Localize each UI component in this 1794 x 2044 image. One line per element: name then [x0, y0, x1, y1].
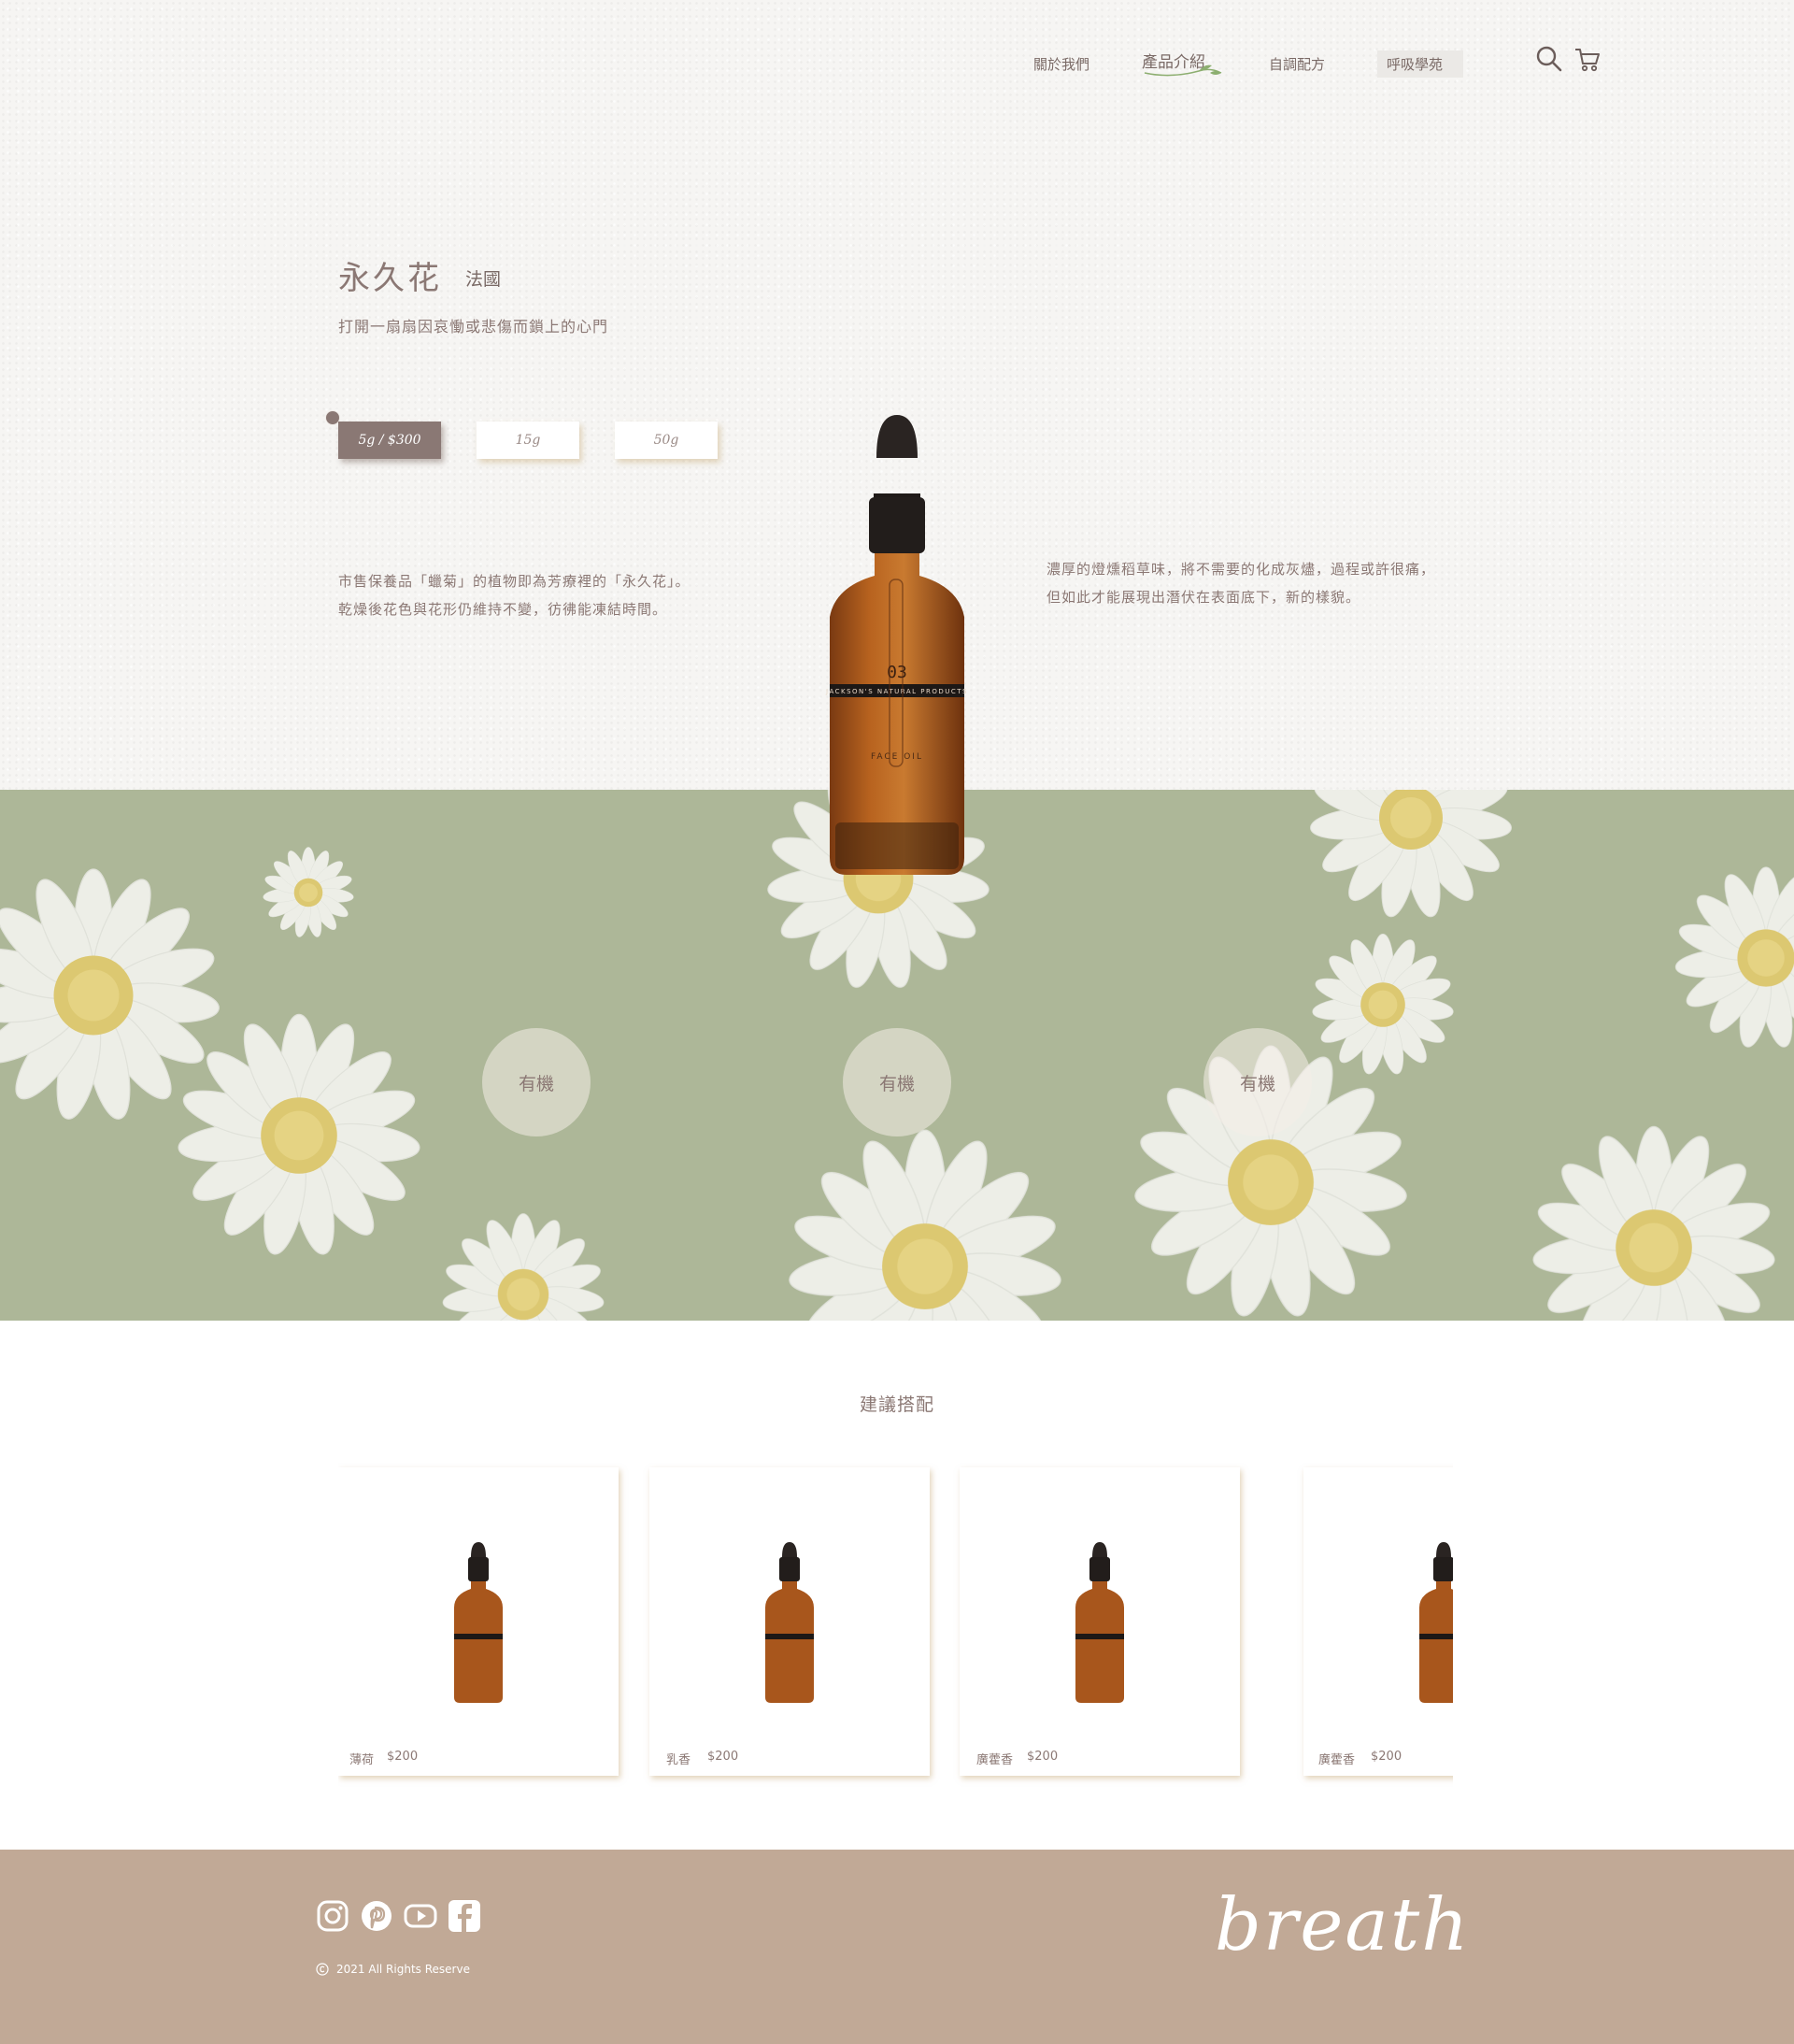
brand-logo[interactable]: breath: [1215, 1883, 1470, 1967]
copyright: 2021 All Rights Reserve: [316, 1963, 470, 1976]
product-description-right: 濃厚的燈燻稻草味，將不需要的化成灰燼，過程或許很痛， 但如此才能展現出潛伏在表面…: [1046, 555, 1435, 611]
size-option-50g[interactable]: 50g: [615, 422, 718, 459]
copyright-icon: [316, 1963, 329, 1976]
suggestions-carousel[interactable]: 薄荷 $200 乳香 $200 廣藿香 $200 廣藿香 $200: [338, 1463, 1453, 1790]
nav-item-custom-formula[interactable]: 自調配方: [1260, 50, 1334, 78]
size-option-15g[interactable]: 15g: [477, 422, 579, 459]
feature-label: 有機: [518, 1073, 554, 1094]
feature-badge-organic: 有機: [843, 1028, 951, 1136]
product-description-left: 市售保養品「蠟菊」的植物即為芳療裡的「永久花」。 乾燥後花色與花形仍維持不變，彷…: [338, 567, 691, 623]
suggestions-title: 建議搭配: [859, 1394, 934, 1415]
cart-icon[interactable]: [1573, 47, 1602, 73]
product-card-price: $200: [1027, 1750, 1059, 1764]
product-thumbnail: [960, 1540, 1240, 1708]
product-thumbnail: [649, 1540, 930, 1708]
facebook-icon[interactable]: [448, 1899, 481, 1933]
feature-label: 有機: [878, 1073, 915, 1094]
feature-badge-organic: 有機: [1203, 1028, 1312, 1136]
product-thumbnail: [1303, 1540, 1453, 1708]
bottle-thumbnail-icon: [1075, 1542, 1124, 1703]
product-card-price: $200: [1371, 1750, 1402, 1764]
bottle-thumbnail-icon: [454, 1542, 503, 1703]
active-nav-underline-icon: [1144, 64, 1222, 77]
product-card-name: 薄荷: [349, 1753, 375, 1767]
footer: [0, 1850, 1794, 2044]
product-name: 永久花: [338, 260, 442, 297]
product-card-price: $200: [707, 1750, 739, 1764]
product-card[interactable]: 乳香 $200: [649, 1467, 930, 1776]
description-line: 濃厚的燈燻稻草味，將不需要的化成灰燼，過程或許很痛，: [1046, 561, 1436, 578]
copyright-text: 2021 All Rights Reserve: [336, 1963, 470, 1976]
size-option-5g[interactable]: 5g / $300: [338, 422, 441, 459]
description-line: 但如此才能展現出潛伏在表面底下，新的樣貌。: [1046, 589, 1361, 606]
product-card-name: 廣藿香: [976, 1753, 1014, 1767]
bottle-label-band: JACKSON'S NATURAL PRODUCTS: [825, 688, 968, 695]
product-card-price: $200: [387, 1750, 419, 1764]
nav-item-breath-academy[interactable]: 呼吸學苑: [1377, 50, 1464, 78]
feature-label: 有機: [1239, 1073, 1275, 1094]
product-card-name: 廣藿香: [1318, 1753, 1356, 1767]
pinterest-icon[interactable]: [360, 1899, 393, 1933]
product-card-name: 乳香: [666, 1753, 691, 1767]
product-card[interactable]: 廣藿香 $200: [1303, 1467, 1453, 1776]
nav-item-about[interactable]: 關於我們: [1024, 50, 1099, 78]
instagram-icon[interactable]: [316, 1899, 349, 1933]
bottle-thumbnail-icon: [765, 1542, 814, 1703]
description-line: 市售保養品「蠟菊」的植物即為芳療裡的「永久花」。: [338, 573, 691, 590]
description-line: 乾燥後花色與花形仍維持不變，彷彿能凍結時間。: [338, 601, 668, 618]
search-icon[interactable]: [1535, 45, 1563, 73]
bottle-label-type: FACE OIL: [871, 752, 923, 762]
product-origin: 法國: [465, 269, 502, 290]
bottle-thumbnail-icon: [1419, 1542, 1453, 1703]
product-card[interactable]: 薄荷 $200: [338, 1467, 619, 1776]
product-bottle-image: 03 JACKSON'S NATURAL PRODUCTS FACE OIL: [825, 415, 968, 875]
product-subtitle: 打開一扇扇因哀慟或悲傷而鎖上的心門: [338, 318, 609, 336]
product-card[interactable]: 廣藿香 $200: [960, 1467, 1240, 1776]
feature-badge-organic: 有機: [482, 1028, 591, 1136]
youtube-icon[interactable]: [404, 1899, 437, 1933]
product-thumbnail: [338, 1540, 619, 1708]
